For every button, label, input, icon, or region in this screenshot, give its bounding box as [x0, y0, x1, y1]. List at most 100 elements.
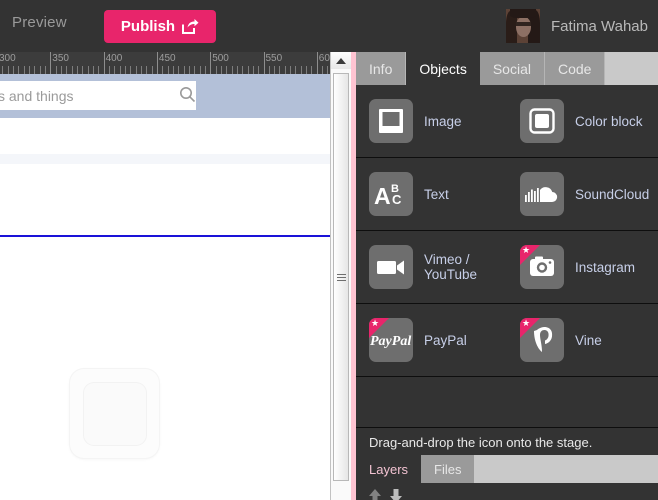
ruler-tick-minor [151, 66, 153, 74]
object-item-vimeo-youtube[interactable]: Vimeo / YouTube [356, 231, 507, 304]
ruler-tick-minor [327, 66, 329, 74]
object-item-color-block[interactable]: Color block [507, 85, 658, 158]
ruler-tick-minor [124, 66, 126, 74]
arrow-down-icon[interactable] [389, 488, 403, 500]
ruler-tick-minor [290, 66, 292, 74]
object-label: Vimeo / YouTube [424, 252, 478, 282]
ruler-tick-minor [300, 66, 302, 74]
top-toolbar: Preview Publish Fatima Wahab [0, 0, 658, 52]
object-item-instagram[interactable]: ★ Instagram [507, 231, 658, 304]
object-item-vine[interactable]: ★ Vine [507, 304, 658, 377]
ruler-tick-minor [12, 66, 14, 74]
object-label: Color block [575, 113, 643, 129]
object-label: SoundCloud [575, 186, 650, 202]
object-item-text[interactable]: A B C Text [356, 158, 507, 231]
tab-info[interactable]: Info [356, 52, 407, 85]
object-row: A B C Text SoundCloud [356, 158, 658, 231]
object-item-image[interactable]: Image [356, 85, 507, 158]
publish-label: Publish [120, 18, 176, 35]
ruler-tick-minor [130, 66, 132, 74]
search-button[interactable] [179, 81, 196, 110]
ruler-tick-minor [183, 66, 185, 74]
object-item-soundcloud[interactable]: SoundCloud [507, 158, 658, 231]
tab-files[interactable]: Files [421, 455, 475, 483]
ruler-tick-minor [135, 66, 137, 74]
triangle-up-icon [336, 57, 346, 64]
user-name-label: Fatima Wahab [551, 17, 648, 35]
layer-toolbar [356, 483, 658, 500]
ruler-tick-minor [188, 66, 190, 74]
object-label: Image [424, 113, 462, 129]
ruler-tick-minor [226, 66, 228, 74]
ruler-tick-minor [167, 66, 169, 74]
vine-icon: ★ [520, 318, 564, 362]
ruler-tick-minor [279, 66, 281, 74]
object-label: Vine [575, 332, 602, 348]
tab-layers[interactable]: Layers [356, 455, 422, 483]
ruler-tick-minor [55, 66, 57, 74]
text-abc-icon: A B C [369, 172, 413, 216]
svg-text:A: A [374, 183, 391, 209]
ruler-tick-minor [252, 66, 254, 74]
ruler-tick-minor [311, 66, 313, 74]
ruler-label: 550 [265, 53, 283, 64]
ruler-tick-minor [284, 66, 286, 74]
object-row: Vimeo / YouTube ★ Instagram [356, 231, 658, 304]
ruler-label: 600 [318, 53, 330, 64]
user-account[interactable]: Fatima Wahab [506, 0, 658, 52]
ruler-tick-minor [7, 66, 9, 74]
object-item-paypal[interactable]: PayPal ★ PayPal [356, 304, 507, 377]
scrollbar-thumb[interactable] [333, 73, 349, 481]
ruler-tick-minor [199, 66, 201, 74]
content-band [0, 154, 330, 164]
soundcloud-icon [520, 172, 564, 216]
site-body: Change color [0, 118, 330, 500]
tab-objects[interactable]: Objects [406, 52, 480, 85]
layers-tabbar: Layers Files [356, 455, 658, 483]
preview-button[interactable]: Preview [12, 14, 67, 31]
canvas-stage[interactable]: 300 350 400 450 500 550 600 Change color [0, 52, 330, 500]
layers-tabbar-filler [474, 455, 658, 483]
tab-code[interactable]: Code [544, 52, 606, 85]
color-block-icon [520, 99, 564, 143]
ruler-tick-minor [82, 66, 84, 74]
objects-list: Image Color block A B C Text SoundCloud … [356, 85, 658, 377]
ruler-tick-minor [119, 66, 121, 74]
arrow-up-icon[interactable] [368, 488, 382, 500]
video-camera-icon [369, 245, 413, 289]
object-row: PayPal ★ PayPal ★ Vine [356, 304, 658, 377]
ruler-label: 350 [52, 53, 69, 64]
share-export-icon [182, 19, 199, 34]
ruler-tick-minor [178, 66, 180, 74]
publish-button[interactable]: Publish [104, 10, 216, 43]
ruler-tick-minor [60, 66, 62, 74]
ruler-tick-minor [146, 66, 148, 74]
ruler-tick-minor [76, 66, 78, 74]
canvas-scrollbar[interactable] [330, 52, 351, 500]
tab-social[interactable]: Social [479, 52, 545, 85]
ruler-tick-minor [322, 66, 324, 74]
search-input[interactable] [0, 81, 179, 110]
ruler-tick-minor [204, 66, 206, 74]
ruler-tick-minor [236, 66, 238, 74]
ruler-tick-minor [231, 66, 233, 74]
ruler-tick-minor [274, 66, 276, 74]
object-label: Instagram [575, 259, 636, 275]
ruler-tick-minor [2, 66, 4, 74]
avatar [506, 9, 541, 43]
ruler-tick-minor [306, 66, 308, 74]
panel-tabbar: Info Objects Social Code [356, 52, 658, 85]
grip-lines-icon [336, 272, 346, 283]
ruler-tick-minor [247, 66, 249, 74]
color-block-placeholder[interactable] [70, 369, 159, 458]
ruler-tick-minor [220, 66, 222, 74]
scroll-up-button[interactable] [331, 52, 351, 69]
ruler-tick-minor [268, 66, 270, 74]
instagram-icon: ★ [520, 245, 564, 289]
site-search-box[interactable] [0, 81, 196, 110]
ruler-label: 300 [0, 53, 16, 64]
search-icon [179, 86, 196, 106]
ruler-tick-minor [140, 66, 142, 74]
ruler-tick-minor [172, 66, 174, 74]
ruler-tick-minor [44, 66, 46, 74]
